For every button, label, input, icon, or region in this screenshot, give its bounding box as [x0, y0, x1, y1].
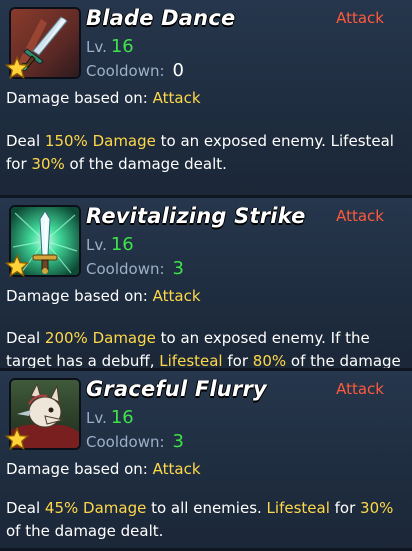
level-label: Lv.	[86, 38, 107, 56]
damage-basis: Damage based on: Attack	[6, 287, 201, 305]
cooldown-label: Cooldown:	[86, 62, 165, 80]
skill-card-blade-dance[interactable]: Blade Dance Attack Lv. 16 Cooldown: 0 Dama…	[0, 0, 412, 198]
cooldown-row: Cooldown: 3	[86, 258, 184, 279]
description-highlight: 150%	[44, 132, 88, 150]
damage-basis-value: Attack	[152, 460, 201, 478]
damage-basis: Damage based on: Attack	[6, 460, 201, 478]
cooldown-label: Cooldown:	[86, 260, 165, 278]
level-row: Lv. 16	[86, 234, 134, 255]
cooldown-row: Cooldown: 0	[86, 60, 184, 81]
damage-basis-label: Damage based on:	[6, 287, 148, 305]
description-highlight: 45%	[44, 499, 79, 517]
skill-name: Graceful Flurry	[86, 377, 267, 401]
description-text: Deal	[6, 499, 45, 517]
skill-card-revitalizing-strike[interactable]: Revitalizing Strike Attack Lv. 16 Cooldow…	[0, 198, 412, 393]
damage-basis-value: Attack	[152, 89, 201, 107]
skill-card-graceful-flurry[interactable]: Graceful Flurry Attack Lv. 16 Cooldown: 3 …	[0, 371, 412, 551]
skill-name: Blade Dance	[86, 6, 236, 30]
level-label: Lv.	[86, 409, 107, 427]
description-text: to all enemies.	[146, 499, 267, 517]
star-icon	[5, 427, 29, 451]
skill-type: Attack	[336, 9, 384, 27]
description-highlight: Lifesteal	[266, 499, 330, 517]
cooldown-row: Cooldown: 3	[86, 431, 184, 452]
description-text: for	[222, 352, 253, 370]
level-label: Lv.	[86, 236, 107, 254]
description-text: of the damage dealt.	[6, 522, 164, 540]
description-highlight: 30%	[360, 499, 394, 517]
level-row: Lv. 16	[86, 36, 134, 57]
description-highlight: 80%	[252, 352, 287, 370]
description-text: for	[329, 499, 361, 517]
description-highlight: Damage	[83, 499, 147, 517]
level-value: 16	[110, 36, 134, 57]
level-row: Lv. 16	[86, 407, 134, 428]
star-icon	[5, 254, 29, 278]
description-text: Deal	[6, 132, 45, 150]
star-icon	[5, 56, 29, 80]
skill-description: Deal 150% Damage to an exposed enemy. Li…	[6, 130, 406, 176]
level-value: 16	[110, 234, 134, 255]
skill-type: Attack	[336, 207, 384, 225]
cooldown-label: Cooldown:	[86, 433, 165, 451]
cooldown-value: 0	[172, 60, 184, 81]
description-text: Deal	[6, 329, 45, 347]
level-value: 16	[110, 407, 134, 428]
cooldown-value: 3	[172, 431, 184, 452]
damage-basis-label: Damage based on:	[6, 460, 148, 478]
description-highlight: Lifesteal	[159, 352, 223, 370]
description-highlight: 30%	[31, 155, 65, 173]
damage-basis: Damage based on: Attack	[6, 89, 201, 107]
damage-basis-value: Attack	[152, 287, 201, 305]
cooldown-value: 3	[172, 258, 184, 279]
damage-basis-label: Damage based on:	[6, 89, 148, 107]
description-text: of the damage dealt.	[64, 155, 227, 173]
description-highlight: Damage	[92, 329, 156, 347]
description-highlight: Damage	[92, 132, 156, 150]
skill-description: Deal 45% Damage to all enemies. Lifestea…	[6, 497, 406, 543]
description-highlight: 200%	[44, 329, 88, 347]
skill-name: Revitalizing Strike	[86, 204, 306, 228]
skill-type: Attack	[336, 380, 384, 398]
